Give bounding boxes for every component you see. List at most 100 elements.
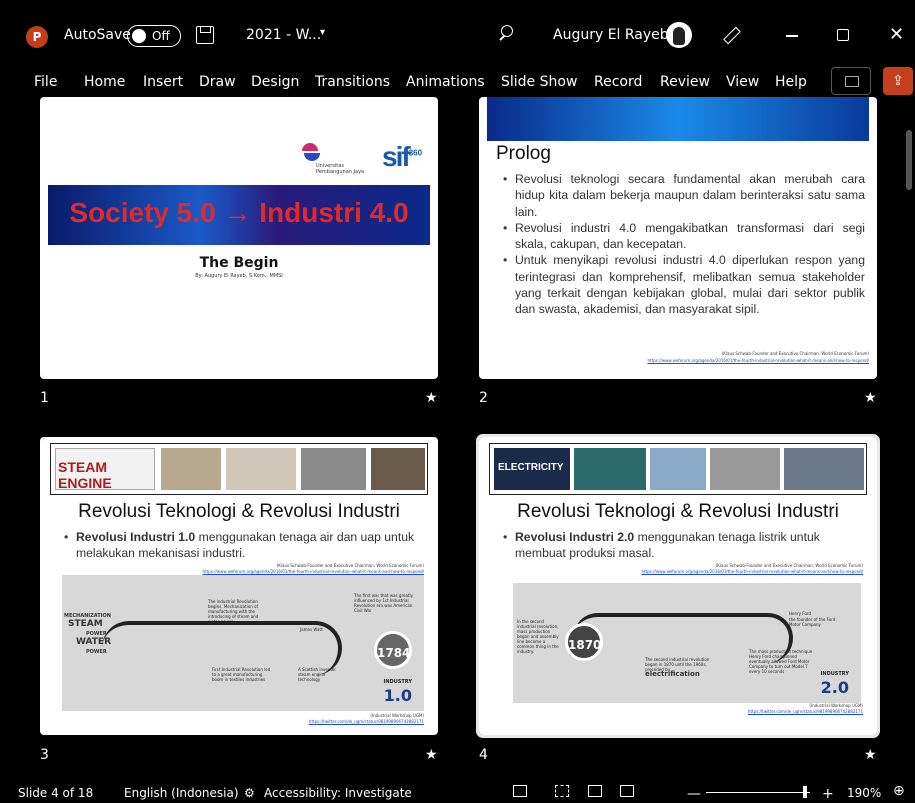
info-text: The first war that was greatly influence…	[354, 593, 413, 613]
tab-transitions[interactable]: Transitions	[315, 72, 390, 92]
bullet-list: Revolusi teknologi secara fundamental ak…	[503, 171, 865, 318]
user-name[interactable]: Augury El Rayeb	[553, 27, 669, 43]
share-icon[interactable]: ⇪	[883, 67, 913, 95]
electricity-photo	[650, 448, 706, 490]
close-icon[interactable]: ✕	[889, 24, 904, 45]
language-indicator[interactable]: English (Indonesia)	[124, 786, 239, 800]
slide-thumbnail-4[interactable]: ELECTRICITY Revolusi Teknologi & Revolus…	[476, 434, 880, 738]
source-citation: (Klaus Schwab-Founder and Executive Chai…	[715, 563, 863, 568]
slide-title: Prolog	[496, 143, 551, 164]
slide-thumbnail-2[interactable]: Prolog Revolusi teknologi secara fundame…	[479, 97, 877, 379]
info-text: First Industrial Revolution led to a gre…	[212, 667, 271, 682]
zoom-slider-thumb[interactable]	[803, 786, 807, 798]
star-icon: ★	[425, 747, 438, 763]
slide-thumbnail-1[interactable]: Universitas Pembangunan Jaya sif360 Soci…	[40, 97, 438, 379]
accessibility-icon[interactable]: ⚙	[244, 786, 255, 800]
industry-label: INDUSTRY 1.0	[383, 679, 412, 705]
slideshow-icon[interactable]	[620, 785, 634, 797]
info-label: WATER	[76, 637, 112, 647]
slide-thumbnail-3[interactable]: STEAM ENGINE Revolusi Teknologi & Revolu…	[40, 437, 438, 735]
save-icon[interactable]	[196, 26, 214, 44]
info-name: James Watt	[300, 627, 323, 632]
slide-sorter-icon[interactable]	[555, 785, 569, 797]
slide-number-1: 1	[40, 390, 49, 406]
info-label: POWER	[86, 649, 107, 655]
normal-view-icon[interactable]	[513, 785, 527, 797]
credit-link[interactable]: https://twitter.com/de_ugm/status/981998…	[748, 709, 863, 714]
comment-icon[interactable]	[831, 67, 871, 95]
source-link[interactable]: https://www.weforum.org/agenda/2016/01/t…	[203, 569, 424, 574]
info-text: A Scottish inventor steam engine technol…	[298, 667, 337, 682]
source-citation: (Klaus Schwab-Founder and Executive Chai…	[276, 563, 424, 568]
list-item: Revolusi Industri 1.0 menggunakan tenaga…	[64, 529, 426, 561]
document-title[interactable]: 2021 - W...	[246, 27, 321, 43]
zoom-out-button[interactable]: —	[687, 786, 701, 802]
star-icon: ★	[864, 390, 877, 406]
slide-counter[interactable]: Slide 4 of 18	[18, 786, 93, 800]
zoom-in-button[interactable]: +	[822, 786, 834, 802]
info-name-sub: the founder of the Ford Motor Company	[789, 617, 836, 627]
star-icon: ★	[425, 390, 438, 406]
list-item: Untuk menyikapi revolusi industri 4.0 di…	[503, 252, 865, 317]
list-item: Revolusi teknologi secara fundamental ak…	[503, 171, 865, 220]
info-text: In the second industrial revolution, mas…	[517, 619, 559, 654]
tab-insert[interactable]: Insert	[143, 72, 183, 92]
slide-title: The Begin	[199, 255, 279, 271]
slide-number-3: 3	[40, 747, 49, 763]
chevron-down-icon[interactable]: ▾	[320, 27, 325, 38]
star-icon: ★	[864, 747, 877, 763]
fit-slide-icon[interactable]: ⊕	[893, 783, 905, 799]
image-strip: ELECTRICITY	[489, 443, 867, 495]
reading-view-icon[interactable]	[588, 785, 602, 797]
autosave-toggle[interactable]: Off	[127, 25, 181, 47]
slide-title: Revolusi Teknologi & Revolusi Industri	[78, 501, 400, 522]
pen-icon[interactable]	[720, 24, 740, 44]
title-bar: P AutoSave Off 2021 - W... ▾ Augury El R…	[0, 0, 915, 72]
credit-link[interactable]: https://twitter.com/de_ugm/status/981998…	[309, 719, 424, 724]
electricity-photo	[574, 448, 646, 490]
ribbon-tabs: File Home Insert Draw Design Transitions…	[0, 72, 915, 98]
accessibility-status[interactable]: Accessibility: Investigate	[264, 786, 412, 800]
infographic: In the second industrial revolution, mas…	[513, 583, 861, 703]
list-item: Revolusi industri 4.0 mengakibatkan tran…	[503, 220, 865, 253]
tab-view[interactable]: View	[726, 72, 759, 92]
slide-title: Revolusi Teknologi & Revolusi Industri	[517, 501, 839, 522]
tab-draw[interactable]: Draw	[199, 72, 236, 92]
slide-number-4: 4	[479, 747, 488, 763]
tab-slide-show[interactable]: Slide Show	[501, 72, 577, 92]
source-link[interactable]: https://www.weforum.org/agenda/2016/01/t…	[642, 569, 863, 574]
image-strip: STEAM ENGINE	[50, 443, 428, 495]
info-label: STEAM	[68, 619, 103, 629]
info-name: Henry Ford	[789, 611, 812, 616]
scrollbar-thumb[interactable]	[906, 130, 912, 190]
zoom-level[interactable]: 190%	[847, 786, 881, 800]
banner-text: Society 5.0 → Industri 4.0	[69, 197, 409, 228]
source-link[interactable]: https://www.weforum.org/agenda/2016/01/t…	[648, 358, 869, 363]
info-year: 1784	[374, 631, 412, 669]
tab-animations[interactable]: Animations	[406, 72, 485, 92]
tab-design[interactable]: Design	[251, 72, 299, 92]
tab-review[interactable]: Review	[660, 72, 710, 92]
zoom-slider[interactable]	[706, 792, 810, 793]
info-year: 1870	[565, 623, 603, 661]
slide-banner	[487, 97, 869, 141]
status-bar: Slide 4 of 18 English (Indonesia) ⚙ Acce…	[0, 778, 915, 803]
maximize-icon[interactable]	[837, 29, 849, 41]
search-icon[interactable]	[497, 25, 515, 43]
autosave-label: AutoSave	[64, 27, 131, 43]
avatar[interactable]	[666, 22, 692, 48]
info-label: electrification	[645, 670, 700, 678]
slide-number-2: 2	[479, 390, 488, 406]
vertical-scrollbar[interactable]	[905, 100, 913, 770]
minimize-icon[interactable]	[786, 35, 798, 37]
tab-home[interactable]: Home	[84, 72, 125, 92]
industry-label: INDUSTRY 2.0	[820, 671, 849, 697]
steam-photo	[371, 448, 425, 490]
credit-citation: (Industrial Workshop UGM)	[809, 703, 863, 708]
electricity-photo	[710, 448, 780, 490]
tab-help[interactable]: Help	[775, 72, 807, 92]
autosave-state: Off	[152, 29, 170, 43]
tab-record[interactable]: Record	[594, 72, 642, 92]
tab-file[interactable]: File	[34, 72, 57, 92]
sif-logo: sif360	[382, 141, 423, 172]
